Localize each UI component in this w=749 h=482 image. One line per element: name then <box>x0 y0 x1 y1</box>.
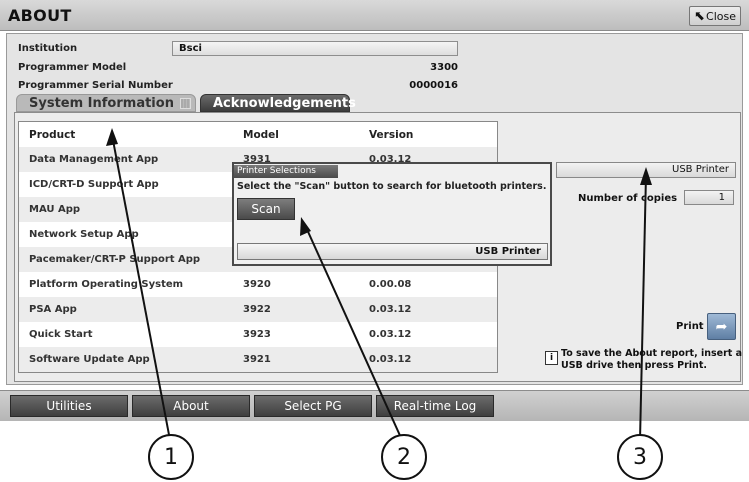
callout-3: 3 <box>617 434 663 480</box>
callout-lines <box>106 128 652 441</box>
callout-2: 2 <box>381 434 427 480</box>
callout-1: 1 <box>148 434 194 480</box>
